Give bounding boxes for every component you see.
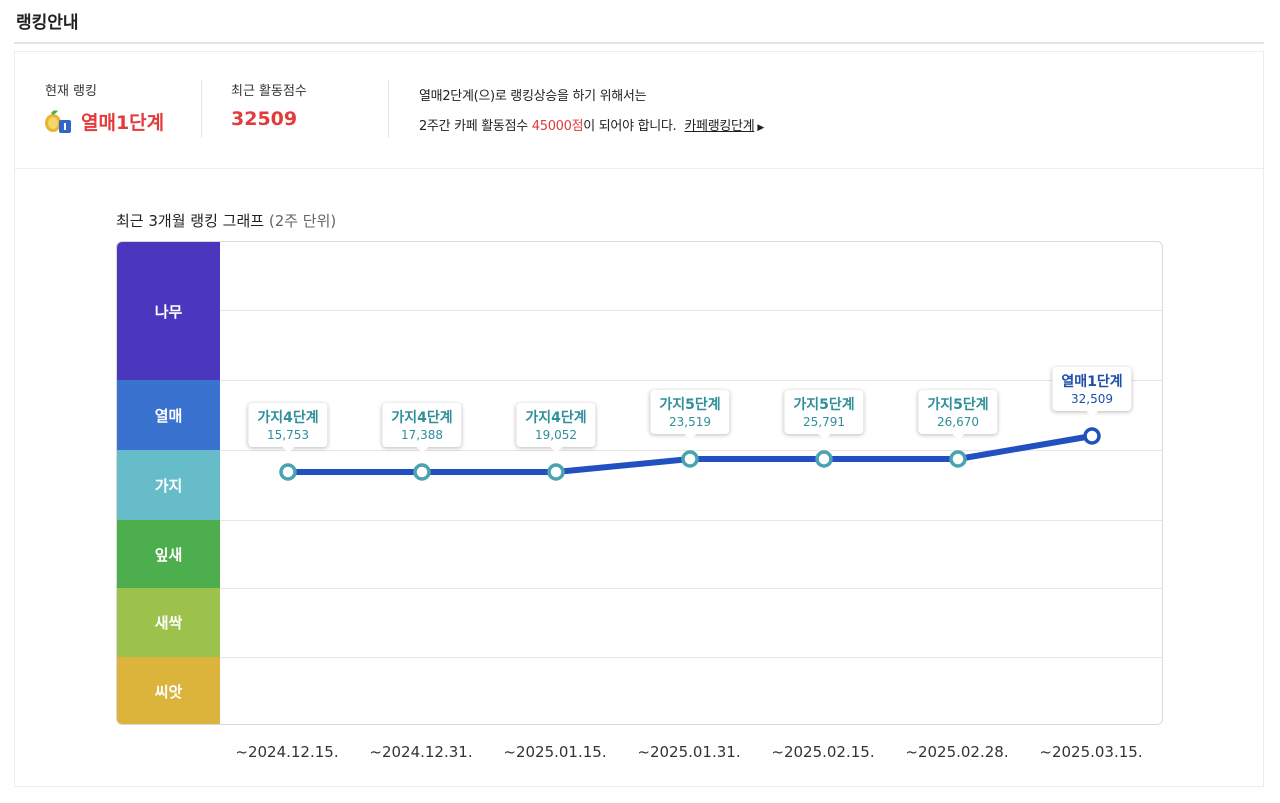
tooltip-level: 가지4단계: [525, 407, 586, 427]
tooltip-level: 가지4단계: [257, 407, 318, 427]
tooltip-score: 25,791: [793, 415, 854, 429]
page-title: 랭킹안내: [16, 8, 79, 33]
tooltip-score: 32,509: [1061, 392, 1122, 406]
tooltip-level: 열매1단계: [1061, 371, 1122, 391]
x-tick-label: ~2025.02.28.: [905, 743, 1008, 761]
chart-title-text: 최근 3개월 랭킹 그래프: [116, 212, 264, 230]
current-rank-value: 열매1단계: [81, 108, 164, 135]
title-divider: [14, 42, 1264, 44]
score-label: 최근 활동점수: [231, 80, 307, 99]
tooltip-level: 가지4단계: [391, 407, 452, 427]
tooltip-level: 가지5단계: [793, 394, 854, 414]
data-point[interactable]: [549, 465, 563, 479]
score-tooltip: 가지5단계23,519: [650, 390, 729, 434]
tooltip-score: 17,388: [391, 428, 452, 442]
chart-subtitle: (2주 단위): [269, 212, 336, 230]
fruit-rank-icon: [43, 108, 73, 134]
score-tooltip: 가지4단계19,052: [516, 403, 595, 447]
caret-right-icon: ▶: [757, 123, 764, 133]
x-tick-label: ~2025.01.31.: [637, 743, 740, 761]
ranking-line-plot: [117, 242, 1162, 724]
score-tooltip: 가지4단계17,388: [382, 403, 461, 447]
ranking-chart: 나무열매가지잎새새싹씨앗 가지4단계15,753가지4단계17,388가지4단계…: [116, 241, 1163, 725]
tooltip-level: 가지5단계: [659, 394, 720, 414]
current-rank-label: 현재 랭킹: [45, 80, 97, 99]
x-tick-label: ~2025.02.15.: [771, 743, 874, 761]
x-tick-label: ~2024.12.15.: [235, 743, 338, 761]
info-text: 이 되어야 합니다.: [583, 119, 676, 134]
data-point[interactable]: [281, 465, 295, 479]
x-tick-label: ~2025.03.15.: [1039, 743, 1142, 761]
tooltip-score: 15,753: [257, 428, 318, 442]
score-value: 32509: [231, 108, 297, 130]
data-point[interactable]: [415, 465, 429, 479]
data-point[interactable]: [1085, 429, 1099, 443]
score-tooltip: 열매1단계32,509: [1052, 367, 1131, 411]
tooltip-score: 23,519: [659, 415, 720, 429]
cafe-ranking-levels-link[interactable]: 카페랭킹단계: [684, 119, 754, 134]
x-tick-label: ~2025.01.15.: [503, 743, 606, 761]
data-point[interactable]: [817, 452, 831, 466]
tooltip-score: 26,670: [927, 415, 988, 429]
data-point[interactable]: [683, 452, 697, 466]
data-point[interactable]: [951, 452, 965, 466]
rank-up-info-line2: 2주간 카페 활동점수 45000점이 되어야 합니다. 카페랭킹단계▶: [419, 115, 764, 134]
rank-up-info-line1: 열매2단계(으)로 랭킹상승을 하기 위해서는: [419, 85, 646, 104]
tooltip-level: 가지5단계: [927, 394, 988, 414]
x-tick-label: ~2024.12.31.: [369, 743, 472, 761]
score-tooltip: 가지5단계25,791: [784, 390, 863, 434]
summary-divider: [388, 80, 389, 138]
score-tooltip: 가지5단계26,670: [918, 390, 997, 434]
summary-divider: [201, 80, 202, 138]
ranking-summary: 현재 랭킹 열매1단계 최근 활동점수 32509 열매2단계(으)로 랭킹상승…: [15, 52, 1263, 169]
tooltip-score: 19,052: [525, 428, 586, 442]
target-score: 45000점: [532, 119, 584, 134]
info-text: 2주간 카페 활동점수: [419, 119, 532, 134]
chart-title: 최근 3개월 랭킹 그래프 (2주 단위): [116, 210, 336, 231]
score-tooltip: 가지4단계15,753: [248, 403, 327, 447]
